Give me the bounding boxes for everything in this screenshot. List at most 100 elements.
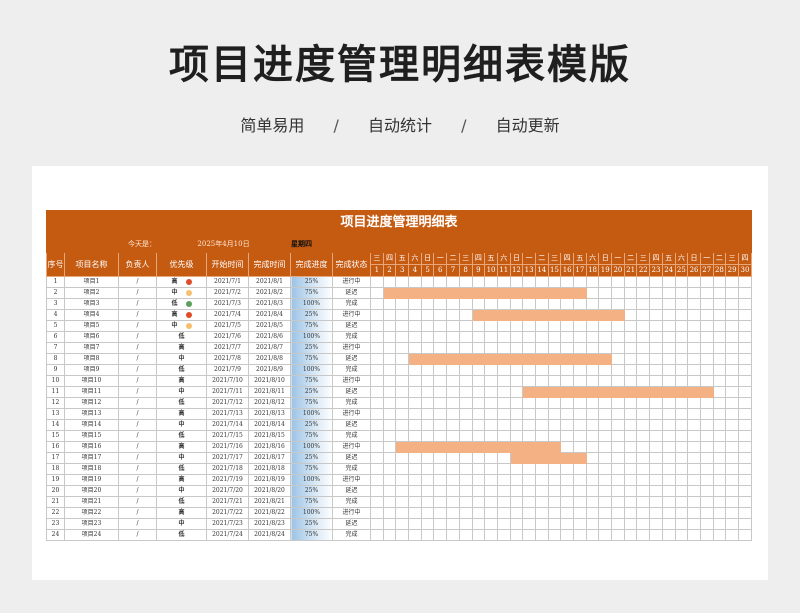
gantt-cell[interactable] <box>458 375 473 387</box>
gantt-cell[interactable] <box>370 430 384 442</box>
project-name[interactable]: 项目16 <box>64 441 119 453</box>
gantt-cell[interactable] <box>433 309 448 321</box>
status-cell[interactable]: 完成 <box>332 529 371 541</box>
priority-cell[interactable]: 中 <box>156 452 207 464</box>
gantt-cell[interactable] <box>420 507 435 519</box>
gantt-cell[interactable] <box>623 397 638 409</box>
gantt-cell[interactable] <box>737 496 753 508</box>
gantt-cell[interactable] <box>522 529 536 541</box>
gantt-cell[interactable] <box>395 485 410 497</box>
gantt-cell[interactable] <box>484 364 498 376</box>
gantt-cell[interactable] <box>496 463 511 475</box>
gantt-cell[interactable] <box>471 529 486 541</box>
gantt-cell[interactable] <box>649 408 663 420</box>
project-name[interactable]: 项目13 <box>64 408 119 420</box>
gantt-cell[interactable] <box>484 452 498 464</box>
gantt-cell[interactable] <box>534 419 549 431</box>
gantt-cell[interactable] <box>547 342 562 354</box>
gantt-cell[interactable] <box>420 408 435 420</box>
gantt-cell[interactable] <box>446 518 460 530</box>
gantt-cell[interactable] <box>395 496 410 508</box>
owner-cell[interactable]: / <box>118 353 157 365</box>
gantt-cell[interactable] <box>560 430 574 442</box>
gantt-cell[interactable] <box>560 474 574 486</box>
table-row[interactable]: 21 项目21/ 低 2021/7/21 2021/8/21 75% 完成 <box>46 496 753 508</box>
gantt-cell[interactable] <box>382 452 397 464</box>
status-cell[interactable]: 进行中 <box>332 375 371 387</box>
gantt-cell[interactable] <box>484 529 498 541</box>
gantt-bar-cell[interactable] <box>560 452 574 464</box>
gantt-cell[interactable] <box>661 375 676 387</box>
gantt-cell[interactable] <box>649 298 663 310</box>
end-date[interactable]: 2021/8/11 <box>248 386 291 398</box>
owner-cell[interactable]: / <box>118 474 157 486</box>
progress-cell[interactable]: 75% <box>290 353 333 365</box>
gantt-cell[interactable] <box>420 474 435 486</box>
end-date[interactable]: 2021/8/18 <box>248 463 291 475</box>
gantt-bar-cell[interactable] <box>560 287 574 299</box>
gantt-cell[interactable] <box>725 518 739 530</box>
gantt-bar-cell[interactable] <box>598 353 613 365</box>
gantt-cell[interactable] <box>382 375 397 387</box>
gantt-cell[interactable] <box>534 342 549 354</box>
gantt-cell[interactable] <box>674 364 689 376</box>
gantt-cell[interactable] <box>737 463 753 475</box>
gantt-cell[interactable] <box>370 397 384 409</box>
gantt-cell[interactable] <box>725 353 739 365</box>
gantt-cell[interactable] <box>687 474 701 486</box>
gantt-cell[interactable] <box>623 419 638 431</box>
gantt-bar-cell[interactable] <box>446 353 460 365</box>
gantt-cell[interactable] <box>598 430 613 442</box>
gantt-bar-cell[interactable] <box>534 309 549 321</box>
gantt-cell[interactable] <box>611 276 625 288</box>
gantt-cell[interactable] <box>560 496 574 508</box>
gantt-cell[interactable] <box>395 529 410 541</box>
gantt-cell[interactable] <box>661 276 676 288</box>
gantt-cell[interactable] <box>623 507 638 519</box>
gantt-bar-cell[interactable] <box>484 353 498 365</box>
gantt-bar-cell[interactable] <box>636 386 651 398</box>
gantt-cell[interactable] <box>560 518 574 530</box>
gantt-cell[interactable] <box>534 375 549 387</box>
owner-cell[interactable]: / <box>118 496 157 508</box>
gantt-cell[interactable] <box>725 309 739 321</box>
owner-cell[interactable]: / <box>118 485 157 497</box>
gantt-cell[interactable] <box>636 375 651 387</box>
gantt-cell[interactable] <box>382 408 397 420</box>
gantt-cell[interactable] <box>420 320 435 332</box>
gantt-bar-cell[interactable] <box>534 287 549 299</box>
gantt-cell[interactable] <box>509 463 524 475</box>
gantt-cell[interactable] <box>420 375 435 387</box>
gantt-cell[interactable] <box>534 320 549 332</box>
project-name[interactable]: 项目6 <box>64 331 119 343</box>
gantt-cell[interactable] <box>674 342 689 354</box>
gantt-cell[interactable] <box>687 408 701 420</box>
gantt-cell[interactable] <box>687 463 701 475</box>
status-cell[interactable]: 延迟 <box>332 287 371 299</box>
table-row[interactable]: 23 项目23/ 中 2021/7/23 2021/8/23 25% 延迟 <box>46 518 753 530</box>
gantt-bar-cell[interactable] <box>534 386 549 398</box>
start-date[interactable]: 2021/7/18 <box>206 463 249 475</box>
gantt-bar-cell[interactable] <box>547 452 562 464</box>
gantt-cell[interactable] <box>636 441 651 453</box>
gantt-cell[interactable] <box>522 496 536 508</box>
gantt-cell[interactable] <box>725 419 739 431</box>
gantt-cell[interactable] <box>560 441 574 453</box>
gantt-cell[interactable] <box>661 287 676 299</box>
gantt-bar-cell[interactable] <box>446 441 460 453</box>
gantt-cell[interactable] <box>699 485 714 497</box>
gantt-cell[interactable] <box>623 342 638 354</box>
gantt-cell[interactable] <box>446 507 460 519</box>
gantt-cell[interactable] <box>433 529 448 541</box>
gantt-cell[interactable] <box>458 518 473 530</box>
gantt-cell[interactable] <box>649 287 663 299</box>
gantt-cell[interactable] <box>674 287 689 299</box>
gantt-cell[interactable] <box>484 408 498 420</box>
gantt-cell[interactable] <box>382 331 397 343</box>
gantt-cell[interactable] <box>446 298 460 310</box>
gantt-cell[interactable] <box>725 485 739 497</box>
gantt-cell[interactable] <box>687 485 701 497</box>
project-name[interactable]: 项目14 <box>64 419 119 431</box>
progress-cell[interactable]: 75% <box>290 496 333 508</box>
gantt-cell[interactable] <box>382 485 397 497</box>
